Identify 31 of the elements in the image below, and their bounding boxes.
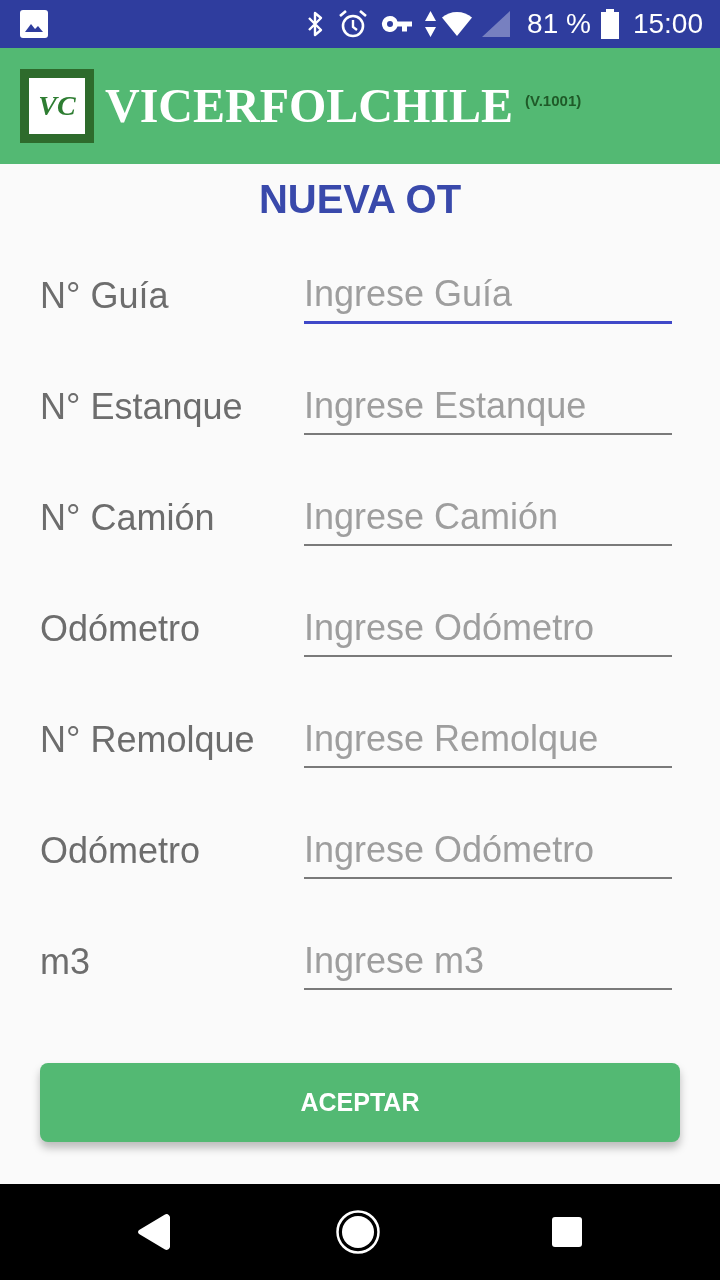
input-field[interactable]: Ingrese Odómetro xyxy=(304,822,672,879)
wifi-icon xyxy=(442,12,473,36)
key-icon xyxy=(381,15,414,33)
field-label: Odómetro xyxy=(40,832,202,869)
clock-time: 15:00 xyxy=(632,10,703,38)
signal-icon xyxy=(482,11,511,37)
field-label: N° Camión xyxy=(40,499,216,536)
accept-button[interactable]: ACEPTAR xyxy=(40,1063,680,1142)
input-field[interactable]: Ingrese Guía xyxy=(304,267,672,324)
field-label: N° Estanque xyxy=(40,388,244,425)
field-label: m3 xyxy=(40,943,91,980)
field-label: N° Remolque xyxy=(40,721,256,758)
battery-percent: 81 % xyxy=(527,10,591,38)
battery-icon xyxy=(600,9,619,39)
form-title: NUEVA OT xyxy=(258,176,462,222)
input-field[interactable]: Ingrese Remolque xyxy=(304,711,672,768)
input-field[interactable]: Ingrese Estanque xyxy=(304,378,672,435)
input-field[interactable]: Ingrese Camión xyxy=(304,489,672,546)
field-label: N° Guía xyxy=(40,277,170,314)
app-title: VICERFOLCHILE xyxy=(105,82,514,130)
app-version: (V.1001) xyxy=(525,92,582,108)
back-icon[interactable] xyxy=(138,1213,170,1251)
home-icon[interactable] xyxy=(336,1210,380,1254)
input-field[interactable]: Ingrese m3 xyxy=(304,933,672,990)
data-arrows-icon xyxy=(425,11,437,37)
alarm-clock-icon xyxy=(338,9,369,39)
app-logo: VC xyxy=(20,69,94,143)
bluetooth-icon xyxy=(307,11,324,37)
input-field[interactable]: Ingrese Odómetro xyxy=(304,600,672,657)
image-icon xyxy=(20,10,48,38)
field-label: Odómetro xyxy=(40,610,202,647)
